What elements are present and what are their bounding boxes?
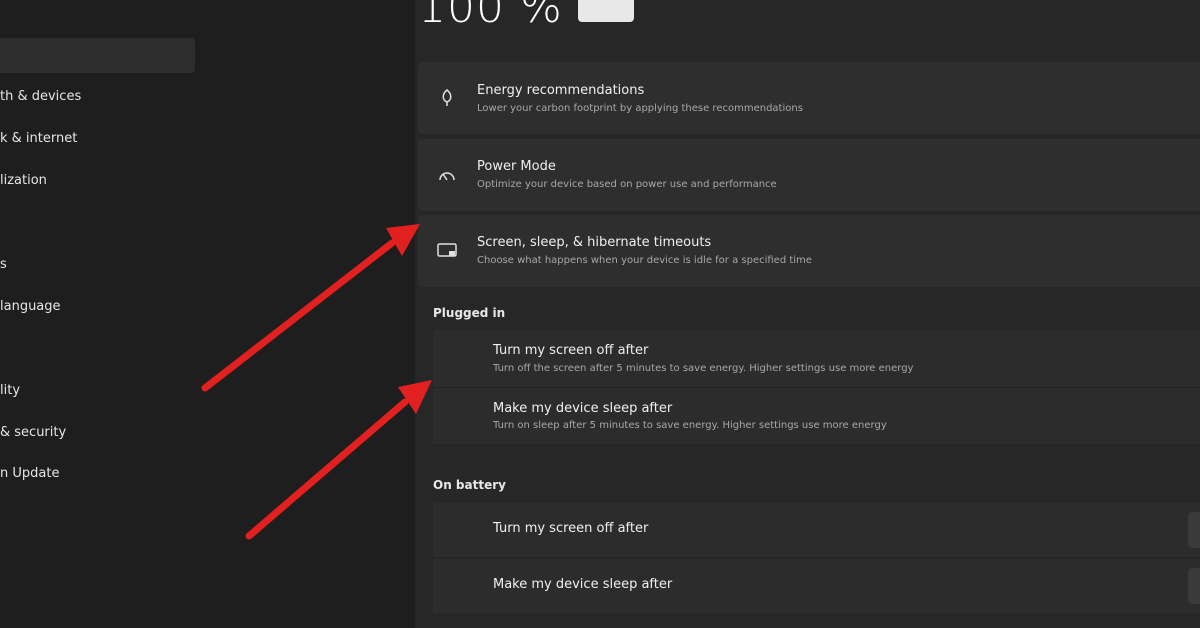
sidebar-item-windows-update[interactable]: n Update [0,466,59,481]
screen-sleep-desc: Choose what happens when your device is … [477,255,812,266]
monitor-icon [436,240,458,262]
power-mode-card[interactable]: Power Mode Optimize your device based on… [418,139,1200,211]
plugged-in-label: Plugged in [433,306,506,320]
sidebar-item-apps[interactable]: s [0,257,7,272]
plugged-in-screen-off-desc: Turn off the screen after 5 minutes to s… [493,363,914,374]
leaf-icon [436,87,458,109]
sidebar-item-privacy-security[interactable]: & security [0,425,66,440]
battery-percentage: 100 % [418,0,563,33]
sidebar-item-accessibility[interactable]: lity [0,383,20,398]
on-battery-screen-off-row[interactable]: Turn my screen off after [433,503,1200,557]
battery-icon [578,0,634,22]
on-battery-screen-off-title: Turn my screen off after [493,521,649,536]
gauge-icon [436,164,458,186]
plugged-in-screen-off-row[interactable]: Turn my screen off after Turn off the sc… [433,330,1200,387]
sidebar-item-bluetooth-devices[interactable]: th & devices [0,89,81,104]
sidebar-item-network-internet[interactable]: k & internet [0,131,77,146]
on-battery-group: Turn my screen off after Make my device … [433,503,1200,613]
plugged-in-group: Turn my screen off after Turn off the sc… [433,330,1200,444]
screen-off-dropdown[interactable] [1188,512,1200,548]
power-mode-desc: Optimize your device based on power use … [477,179,777,190]
screen-sleep-title: Screen, sleep, & hibernate timeouts [477,235,712,250]
on-battery-label: On battery [433,478,506,492]
plugged-in-sleep-title: Make my device sleep after [493,401,673,416]
sidebar-selected-item[interactable] [0,38,195,73]
plugged-in-screen-off-title: Turn my screen off after [493,343,649,358]
on-battery-sleep-row[interactable]: Make my device sleep after [433,558,1200,613]
screen-sleep-hibernate-card[interactable]: Screen, sleep, & hibernate timeouts Choo… [418,215,1200,287]
plugged-in-sleep-row[interactable]: Make my device sleep after Turn on sleep… [433,388,1200,444]
sidebar-item-time-language[interactable]: language [0,299,61,314]
sidebar-item-personalization[interactable]: lization [0,173,47,188]
plugged-in-sleep-desc: Turn on sleep after 5 minutes to save en… [493,420,887,431]
power-mode-title: Power Mode [477,159,556,174]
energy-recommendations-desc: Lower your carbon footprint by applying … [477,103,803,114]
energy-recommendations-card[interactable]: Energy recommendations Lower your carbon… [418,62,1200,134]
on-battery-sleep-title: Make my device sleep after [493,577,673,592]
energy-recommendations-title: Energy recommendations [477,83,645,98]
settings-sidebar: th & devices k & internet lization s lan… [0,0,415,628]
sleep-dropdown[interactable] [1188,568,1200,604]
